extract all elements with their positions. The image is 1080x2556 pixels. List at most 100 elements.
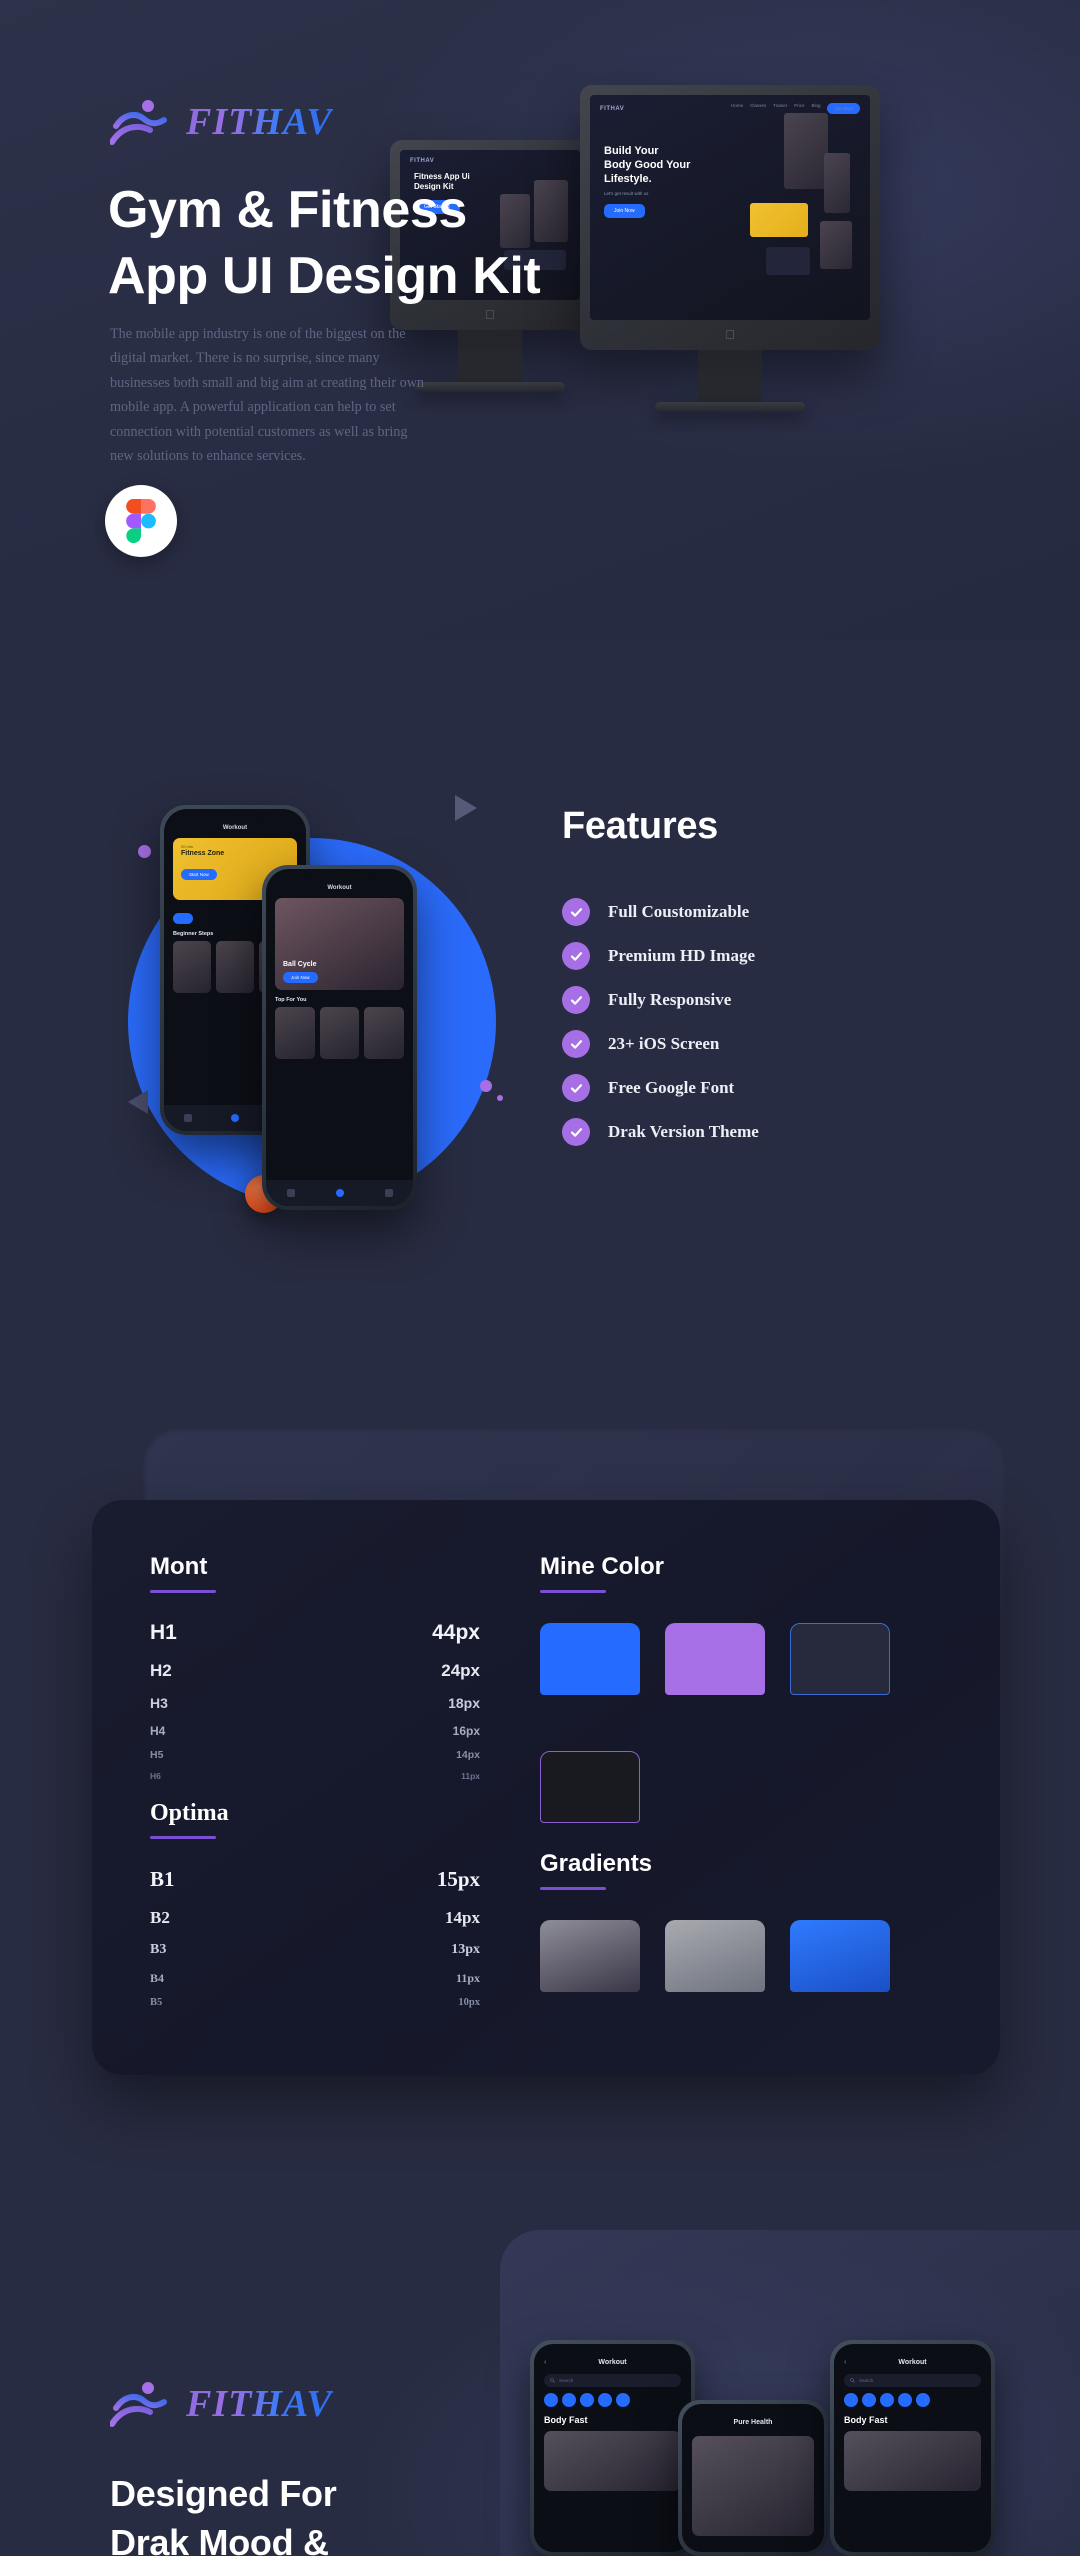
bottom-title-line2: Drak Mood & [110,2521,329,2556]
type-name: H4 [150,1724,166,1738]
chip-icon[interactable] [880,2393,894,2407]
decor-dot-right-small [497,1095,503,1101]
chevron-left-icon[interactable]: ‹ [844,2359,846,2366]
page-root: FITHAV Gym & Fitness App UI Design Kit T… [0,0,1080,2556]
typography-family-title: Mont [150,1553,208,1580]
chip-icon[interactable] [580,2393,594,2407]
brand-name-bottom: FITHAV [186,2383,333,2425]
gradient-swatch[interactable]: #888888 [665,1920,765,2018]
phone-right-tabbar[interactable] [266,1180,413,1206]
colors-column: Mine Color #246BFE #A66FE5 #A66FE5 #181A… [540,1553,940,1849]
section-rule [150,1590,216,1593]
phone-right-card-button[interactable]: Join Now [283,972,318,983]
chip-icon[interactable] [598,2393,612,2407]
hero-title: Gym & Fitness App UI Design Kit [108,178,668,309]
check-circle-icon [562,898,590,926]
apple-logo-small:  [485,307,495,322]
feature-label: Fully Responsive [608,990,732,1009]
color-swatch[interactable]: #181A20 [540,1751,640,1849]
phone-right-thumb[interactable] [275,1007,315,1059]
type-name: B3 [150,1942,167,1957]
bottom-phone-left-search[interactable]: Search [544,2374,681,2387]
chip-icon[interactable] [898,2393,912,2407]
phone-right-thumb[interactable] [319,1007,360,1059]
bottom-phone-right-image [844,2431,981,2491]
chevron-left-icon[interactable]: ‹ [544,2359,546,2366]
runner-icon [110,2382,167,2427]
bottom-phone-right-search[interactable]: Search [844,2374,981,2387]
type-row: B1 15px [150,1867,480,1892]
gradient-swatch[interactable]: #246BFE [790,1920,890,2018]
nav-item-home[interactable]: Home [731,103,743,114]
type-row: H4 16px [150,1724,480,1738]
bottom-phone-mockups: ‹ Workout Search Body Fast Pure Health ‹… [530,2300,1080,2556]
bottom-phone-left: ‹ Workout Search Body Fast [530,2340,695,2556]
phone-right-section-title: Top For You [275,997,307,1003]
typography-optima-column: Optima B1 15px B2 14px B3 13px B4 11px B… [150,1800,480,2008]
bottom-phone-left-chips[interactable] [544,2393,681,2407]
color-swatch-row-2: #181A20 [540,1751,940,1849]
feature-item: Free Google Font [562,1066,759,1110]
tab-active-icon[interactable] [335,1189,344,1197]
feature-item: Fully Responsive [562,978,759,1022]
gradient-chip [665,1920,765,1992]
check-circle-icon [562,986,590,1014]
type-row: B5 10px [150,1997,480,2008]
bottom-title-line1: Designed For [110,2473,337,2514]
brand-logo-bottom[interactable]: FITHAV [110,2380,333,2428]
gradient-swatch[interactable]: #29263D [540,1920,640,2018]
gradient-chip [540,1920,640,1992]
gradients-title: Gradients [540,1850,653,1877]
type-row: H5 14px [150,1749,480,1761]
phone-left-thumb[interactable] [216,941,254,993]
color-chip [540,1623,640,1695]
mockup-nav-cta[interactable]: Join Now [827,103,860,114]
color-swatch[interactable]: #A66FE5 [665,1623,765,1721]
typography-family-title: Optima [150,1800,229,1826]
brand-name: FITHAV [186,101,333,143]
type-name: H2 [150,1661,172,1680]
color-swatch-row: #246BFE #A66FE5 #A66FE5 [540,1623,940,1721]
chip-icon[interactable] [544,2393,558,2407]
type-row: H3 18px [150,1695,480,1711]
type-name: B4 [150,1971,165,1985]
chip-icon[interactable] [862,2393,876,2407]
type-size: 16px [452,1724,480,1738]
tab-profile-icon[interactable] [384,1189,393,1197]
phone-left-card-button[interactable]: Start Now [181,869,217,880]
tab-active-icon[interactable] [230,1114,239,1122]
bottom-phone-left-title: Workout [598,2359,627,2366]
brand-logo[interactable]: FITHAV [110,98,333,146]
feature-label: Full Coustomizable [608,902,750,921]
type-name: H5 [150,1749,164,1761]
feature-item: 23+ iOS Screen [562,1022,759,1066]
figma-icon [126,499,156,543]
phone-right-thumb[interactable] [364,1007,405,1059]
phone-left-chip[interactable] [173,913,193,924]
feature-label: 23+ iOS Screen [608,1034,720,1053]
type-size: 18px [448,1695,480,1711]
chip-icon[interactable] [562,2393,576,2407]
hero-title-line2: App UI Design Kit [108,246,541,305]
tab-home-icon[interactable] [286,1189,295,1197]
phone-left-thumb[interactable] [173,941,211,993]
decor-triangle-left [128,1090,148,1114]
section-rule [540,1590,606,1593]
bottom-phone-center: Pure Health [678,2400,828,2556]
decor-triangle-right [455,795,477,821]
type-size: 11px [461,1771,480,1781]
feature-label: Drak Version Theme [608,1122,759,1141]
chip-icon[interactable] [616,2393,630,2407]
search-icon [850,2378,855,2383]
chip-icon[interactable] [844,2393,858,2407]
color-swatch[interactable]: #A66FE5 [790,1623,890,1721]
bottom-phone-right-chips[interactable] [844,2393,981,2407]
nav-item-classes[interactable]: Classes [750,103,766,114]
tab-home-icon[interactable] [183,1114,192,1122]
chip-icon[interactable] [916,2393,930,2407]
type-size: 44px [432,1621,480,1644]
search-icon [550,2378,555,2383]
figma-badge[interactable] [105,485,177,557]
type-row: H6 11px [150,1771,480,1781]
color-swatch[interactable]: #246BFE [540,1623,640,1721]
